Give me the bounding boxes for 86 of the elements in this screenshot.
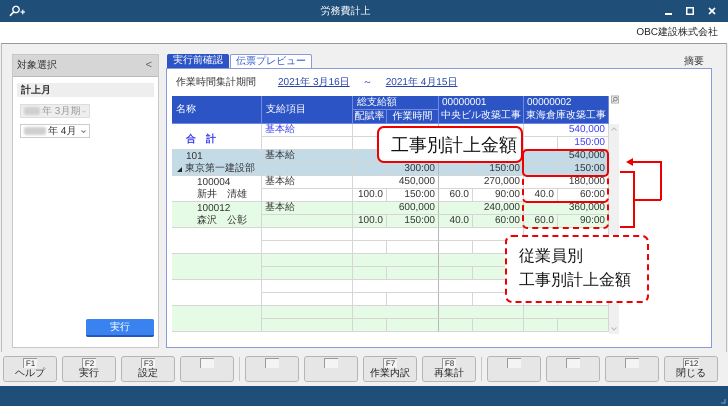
table-cell: 240,000 <box>439 202 524 215</box>
function-key-button[interactable] <box>605 356 659 382</box>
blurred-text <box>24 107 40 115</box>
row-name: 新井 清雄 <box>197 189 247 201</box>
key-caption: 作業内訳 <box>370 368 410 380</box>
run-button[interactable]: 実行 <box>86 319 154 337</box>
project-code: 00000002 <box>526 96 572 109</box>
search-plus-icon[interactable] <box>8 5 26 17</box>
function-key-button[interactable]: F3 設定 <box>121 356 175 382</box>
scroll-up-icon[interactable] <box>611 127 617 131</box>
tab[interactable]: 実行前確認 <box>167 54 229 68</box>
function-key-button[interactable] <box>180 356 234 382</box>
table-cell <box>524 319 558 332</box>
function-key-button[interactable]: F1 ヘルプ <box>3 356 57 382</box>
empty-key-label <box>566 358 580 368</box>
column-header: 総支給額 <box>353 96 439 110</box>
row-code: 101 <box>185 150 204 162</box>
row-code: 100004 <box>197 176 232 188</box>
dropdown-field[interactable]: 年 4月 <box>20 124 90 138</box>
empty-key-label <box>265 358 279 368</box>
scroll-down-icon[interactable] <box>611 327 617 331</box>
table-cell <box>387 319 439 332</box>
key-caption: 再集計 <box>434 368 464 380</box>
function-key-button[interactable]: F2 実行 <box>62 356 116 382</box>
table-cell: 270,000 <box>439 176 524 189</box>
zoom-icon[interactable] <box>611 95 619 104</box>
total-label: 合 計 <box>186 132 217 147</box>
project-name: 東海倉庫改築工事 <box>525 109 607 122</box>
empty-key-label <box>625 358 639 368</box>
empty-key-label <box>507 358 521 368</box>
function-key-button[interactable] <box>304 356 358 382</box>
key-label: F1 <box>23 358 37 368</box>
field-value: 年 3月期 <box>42 104 80 118</box>
function-key-button[interactable]: F8 再集計 <box>422 356 476 382</box>
row-name: 森沢 公彰 <box>197 215 247 227</box>
callout-text: 従業員別 <box>519 247 584 267</box>
range-separator: ～ <box>362 76 374 90</box>
table-cell <box>473 319 524 332</box>
table-cell <box>439 319 473 332</box>
maximize-icon[interactable] <box>686 7 694 15</box>
field-value: 年 4月 <box>48 124 78 138</box>
table-cell: 基本給 <box>262 202 353 215</box>
row-code: 100012 <box>197 202 232 214</box>
key-label: F2 <box>82 358 96 368</box>
project-name: 中央ビル改築工事 <box>440 109 522 122</box>
key-caption: 設定 <box>138 368 158 380</box>
key-caption: ヘルプ <box>15 368 45 380</box>
key-caption: 閉じる <box>676 368 706 380</box>
table-cell <box>353 319 387 332</box>
window-title: 労務費計上 <box>320 6 370 16</box>
table-cell: 基本給 <box>262 124 353 137</box>
empty-key-label <box>324 358 338 368</box>
close-icon[interactable] <box>708 7 716 15</box>
expanded-triangle-icon[interactable] <box>177 166 182 172</box>
function-key-button[interactable] <box>546 356 600 382</box>
table-cell: 基本給 <box>262 150 353 163</box>
empty-key-label <box>200 358 214 368</box>
function-key-button[interactable]: F12 閉じる <box>664 356 718 382</box>
caret-icon[interactable] <box>81 130 86 132</box>
resize-grip-icon[interactable] <box>720 398 726 404</box>
tab[interactable]: 伝票プレビュー <box>230 54 312 68</box>
start-date-link[interactable]: 2021年 3月16日 <box>278 74 350 90</box>
callout-text: 工事別計上金額 <box>391 134 518 154</box>
table-cell: 基本給 <box>262 176 353 189</box>
function-key-button[interactable] <box>487 356 541 382</box>
function-key-button[interactable]: F7 作業内訳 <box>363 356 417 382</box>
key-caption: 実行 <box>79 368 99 380</box>
table-cell: 450,000 <box>353 176 439 189</box>
callout-text: 工事別計上金額 <box>519 271 632 291</box>
collapse-button[interactable]: < <box>144 57 154 74</box>
key-label: F7 <box>383 358 397 368</box>
panel-title: 対象選択 <box>17 58 57 73</box>
end-date-link[interactable]: 2021年 4月15日 <box>386 74 458 90</box>
section-title: 計上月 <box>21 84 51 98</box>
remarks-label: 摘要 <box>684 54 705 69</box>
function-key-button[interactable] <box>245 356 299 382</box>
blurred-text <box>24 127 46 135</box>
table-cell <box>524 137 558 150</box>
company-name: OBC建設株式会社 <box>636 26 718 40</box>
key-label: F8 <box>442 358 456 368</box>
key-label: F3 <box>141 358 155 368</box>
period-label: 作業時間集計期間 <box>176 76 256 90</box>
table-cell: 600,000 <box>353 202 439 215</box>
key-label: F12 <box>682 358 700 368</box>
project-code: 00000001 <box>441 96 488 109</box>
row-name: 東京第一建設部 <box>185 163 255 175</box>
